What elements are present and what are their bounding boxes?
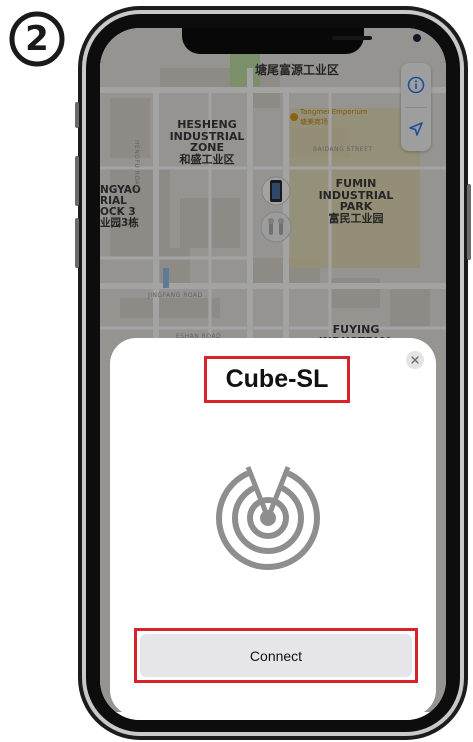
step-number-badge: ② 2 [8,10,66,68]
volume-down-button [75,218,79,268]
tab-bar-peek [100,712,446,720]
phone-frame: 塘尾富源工业区 Tangmei Emporium 塘美商场 HESHENG IN… [75,6,471,740]
device-connect-sheet: Cube-SL Connect [110,338,436,716]
close-icon [411,356,419,364]
volume-up-button [75,156,79,206]
title-highlight-box: Cube-SL [204,356,350,403]
side-button [75,102,79,128]
connect-highlight-box: Connect [134,628,418,683]
power-button [467,184,471,260]
connect-button[interactable]: Connect [140,634,412,677]
device-name-title: Cube-SL [225,365,329,393]
step-number-digit: 2 [25,19,49,59]
phone-screen: 塘尾富源工业区 Tangmei Emporium 塘美商场 HESHENG IN… [100,28,446,720]
radar-icon [213,461,323,571]
close-button[interactable] [406,351,424,369]
